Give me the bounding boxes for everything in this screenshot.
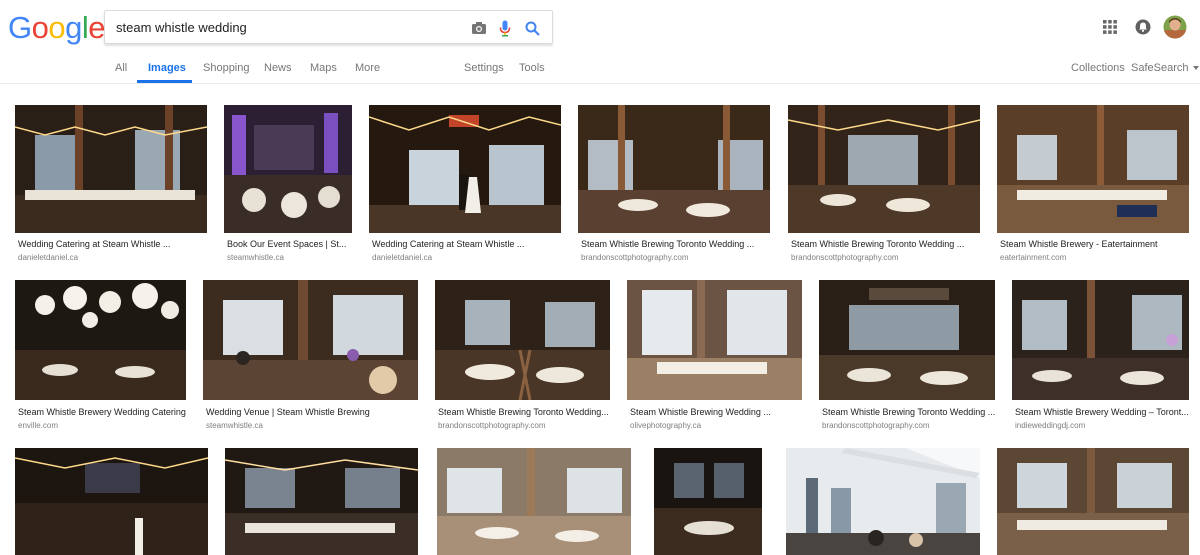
apps-grid-icon[interactable]: [1102, 19, 1118, 35]
image-thumbnail[interactable]: [15, 280, 186, 400]
tab-all[interactable]: All: [115, 62, 127, 74]
image-thumbnail[interactable]: [997, 105, 1189, 233]
image-thumbnail[interactable]: [435, 280, 610, 400]
image-thumbnail[interactable]: [786, 448, 980, 555]
image-thumbnail[interactable]: [369, 105, 561, 233]
result-caption[interactable]: Book Our Event Spaces | St...: [227, 239, 351, 249]
result-source[interactable]: brandonscottphotography.com: [822, 421, 929, 430]
result-caption[interactable]: Steam Whistle Brewing Toronto Wedding...: [438, 407, 610, 417]
mic-icon[interactable]: [494, 17, 516, 39]
image-thumbnail[interactable]: [1012, 280, 1189, 400]
result-caption[interactable]: Steam Whistle Brewery Wedding – Toront..…: [1015, 407, 1189, 417]
result-source[interactable]: indieweddingdj.com: [1015, 421, 1085, 430]
result-caption[interactable]: Steam Whistle Brewing Toronto Wedding ..…: [791, 239, 979, 249]
result-caption[interactable]: Steam Whistle Brewery Wedding Catering: [18, 407, 186, 417]
search-icon[interactable]: [521, 17, 543, 39]
result-caption[interactable]: Steam Whistle Brewing Toronto Wedding ..…: [822, 407, 995, 417]
result-source[interactable]: steamwhistle.ca: [227, 253, 284, 262]
safesearch-label: SafeSearch: [1131, 62, 1189, 74]
result-source[interactable]: brandonscottphotography.com: [791, 253, 898, 262]
logo-letter: e: [88, 10, 106, 45]
result-caption[interactable]: Steam Whistle Brewing Wedding ...: [630, 407, 802, 417]
image-thumbnail[interactable]: [788, 105, 980, 233]
result-caption[interactable]: Steam Whistle Brewing Toronto Wedding ..…: [581, 239, 769, 249]
result-source[interactable]: steamwhistle.ca: [206, 421, 263, 430]
result-caption[interactable]: Wedding Venue | Steam Whistle Brewing: [206, 407, 418, 417]
google-logo[interactable]: Google: [8, 10, 106, 45]
active-tab-indicator: [137, 80, 192, 83]
image-thumbnail[interactable]: [578, 105, 770, 233]
image-thumbnail[interactable]: [819, 280, 995, 400]
image-thumbnail[interactable]: [654, 448, 762, 555]
settings-link[interactable]: Settings: [464, 62, 504, 74]
result-caption[interactable]: Wedding Catering at Steam Whistle ...: [372, 239, 560, 249]
logo-letter: o: [48, 10, 66, 45]
tab-news[interactable]: News: [264, 62, 292, 74]
tab-more[interactable]: More: [355, 62, 380, 74]
result-source[interactable]: brandonscottphotography.com: [438, 421, 545, 430]
result-caption[interactable]: Steam Whistle Brewery - Eatertainment: [1000, 239, 1188, 249]
search-input[interactable]: steam whistle wedding: [104, 10, 553, 44]
image-thumbnail[interactable]: [203, 280, 418, 400]
image-thumbnail[interactable]: [224, 105, 352, 233]
logo-letter: o: [31, 10, 49, 45]
header: Google steam whistle wedding All Images …: [0, 0, 1200, 84]
result-caption[interactable]: Wedding Catering at Steam Whistle ...: [18, 239, 206, 249]
result-source[interactable]: danieletdaniel.ca: [18, 253, 78, 262]
search-query[interactable]: steam whistle wedding: [116, 20, 247, 35]
result-source[interactable]: eatertainment.com: [1000, 253, 1066, 262]
tab-maps[interactable]: Maps: [310, 62, 337, 74]
image-thumbnail[interactable]: [437, 448, 631, 555]
image-thumbnail[interactable]: [997, 448, 1189, 555]
tools-link[interactable]: Tools: [519, 62, 545, 74]
result-source[interactable]: enville.com: [18, 421, 58, 430]
image-thumbnail[interactable]: [15, 105, 207, 233]
image-thumbnail[interactable]: [15, 448, 208, 555]
result-source[interactable]: brandonscottphotography.com: [581, 253, 688, 262]
logo-letter: g: [65, 10, 82, 45]
avatar[interactable]: [1163, 15, 1187, 39]
chevron-down-icon: [1192, 66, 1199, 71]
camera-icon[interactable]: [468, 17, 490, 39]
collections-link[interactable]: Collections: [1071, 62, 1125, 74]
image-thumbnail[interactable]: [627, 280, 802, 400]
result-source[interactable]: olivephotography.ca: [630, 421, 701, 430]
image-thumbnail[interactable]: [225, 448, 418, 555]
tab-images[interactable]: Images: [148, 62, 186, 74]
tab-shopping[interactable]: Shopping: [203, 62, 250, 74]
logo-letter: G: [8, 10, 32, 45]
safesearch-menu[interactable]: SafeSearch: [1131, 62, 1199, 74]
result-source[interactable]: danieletdaniel.ca: [372, 253, 432, 262]
notifications-icon[interactable]: [1134, 18, 1152, 36]
